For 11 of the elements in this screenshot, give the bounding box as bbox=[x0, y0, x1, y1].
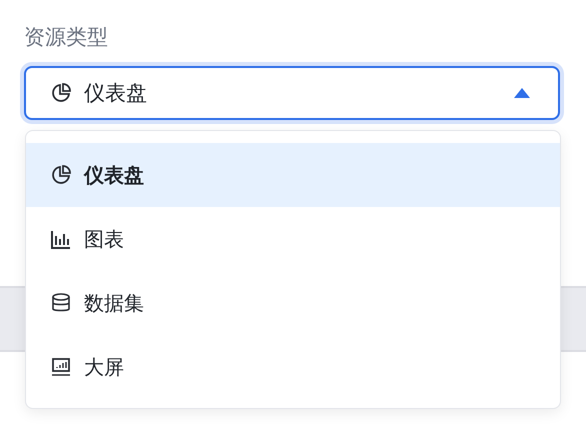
pie-chart-icon bbox=[50, 164, 72, 186]
caret-icon bbox=[514, 88, 530, 98]
database-icon bbox=[50, 292, 72, 314]
menu-item[interactable]: 数据集 bbox=[26, 271, 560, 335]
menu-item[interactable]: 仪表盘 bbox=[26, 143, 560, 207]
pie-chart-icon bbox=[50, 82, 72, 104]
menu-item[interactable]: 图表 bbox=[26, 207, 560, 271]
menu-item[interactable]: 大屏 bbox=[26, 335, 560, 399]
bar-chart-icon bbox=[50, 228, 72, 250]
monitor-icon bbox=[50, 356, 72, 378]
field-label: 资源类型 bbox=[24, 24, 109, 51]
